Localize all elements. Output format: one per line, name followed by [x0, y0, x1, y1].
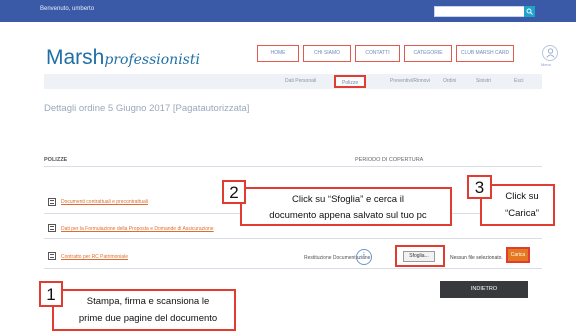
document-icon	[48, 224, 56, 232]
subnav-sinistri[interactable]: Sinistri	[476, 78, 491, 84]
callout-number-1: 1	[39, 281, 63, 307]
section-polizze: POLIZZE	[44, 157, 68, 163]
subnav-dati-personali[interactable]: Dati Personali	[285, 78, 316, 84]
brand-logo[interactable]: Marshprofessionisti	[46, 46, 200, 70]
browse-button[interactable]: Sfoglia...	[403, 251, 435, 262]
brand-main: Marsh	[46, 46, 105, 69]
nav-chi-siamo[interactable]: CHI SIAMO	[303, 45, 351, 62]
divider	[44, 166, 542, 167]
subnav-ordini[interactable]: Ordini	[443, 78, 456, 84]
callout-line-3a: Click su	[505, 191, 539, 202]
nav-club-marsh-card[interactable]: CLUB MARSH CARD	[456, 45, 514, 62]
search-input[interactable]	[434, 6, 526, 17]
callout-line-3b: “Carica”	[505, 208, 539, 219]
welcome-text: Benvenuto, umberto	[40, 6, 95, 12]
subnav-preventivi-rinnovi[interactable]: Preventivi/Rinnovi	[390, 78, 430, 84]
no-file-text: Nessun file selezionato.	[450, 255, 503, 261]
search-button[interactable]	[524, 6, 535, 17]
nav-home[interactable]: HOME	[257, 45, 299, 62]
account-subnav: Dati Personali Polizze Preventivi/Rinnov…	[44, 74, 542, 89]
search-icon	[526, 8, 533, 15]
document-link-rc-patrimoniale[interactable]: Contratto per RC Patrimoniale	[61, 254, 128, 260]
callout-line-1b: prime due pagine del documento	[78, 313, 218, 324]
subnav-esci[interactable]: Esci	[514, 78, 523, 84]
callout-line-1a: Stampa, firma e scansiona le	[86, 296, 210, 307]
nav-categorie[interactable]: CATEGORIE	[404, 45, 452, 62]
nav-contatti[interactable]: CONTATTI	[355, 45, 400, 62]
callout-line-2a: Click su “Sfoglia” e cerca il	[292, 194, 404, 205]
callout-line-2b: documento appena salvato sul tuo pc	[269, 210, 427, 221]
info-icon[interactable]: i	[356, 249, 372, 265]
upload-button[interactable]: Carica	[506, 247, 530, 263]
document-link-proposta[interactable]: Dati per la Formulazione della Proposta …	[61, 226, 214, 232]
menu-label: Menu	[541, 62, 552, 67]
back-button[interactable]: INDIETRO	[440, 281, 528, 298]
page-title: Dettagli ordine 5 Giugno 2017 [Pagatauto…	[44, 103, 250, 114]
document-icon	[48, 252, 56, 260]
divider	[44, 268, 542, 269]
main-nav: HOME CHI SIAMO CONTATTI CATEGORIE CLUB M…	[257, 45, 518, 62]
document-icon	[48, 198, 56, 206]
document-link-contrattuali[interactable]: Documenti contrattuali e precontrattuali	[61, 199, 148, 205]
top-bar: Benvenuto, umberto	[0, 0, 576, 22]
user-icon	[546, 48, 555, 58]
callout-number-3: 3	[467, 175, 492, 199]
divider	[44, 238, 542, 239]
brand-sub: professionisti	[104, 52, 200, 68]
subnav-polizze[interactable]: Polizze	[334, 75, 367, 88]
menu-button[interactable]	[542, 45, 558, 61]
callout-number-2: 2	[222, 180, 246, 204]
coverage-period-label: PERIODO DI COPERTURA	[355, 157, 424, 163]
